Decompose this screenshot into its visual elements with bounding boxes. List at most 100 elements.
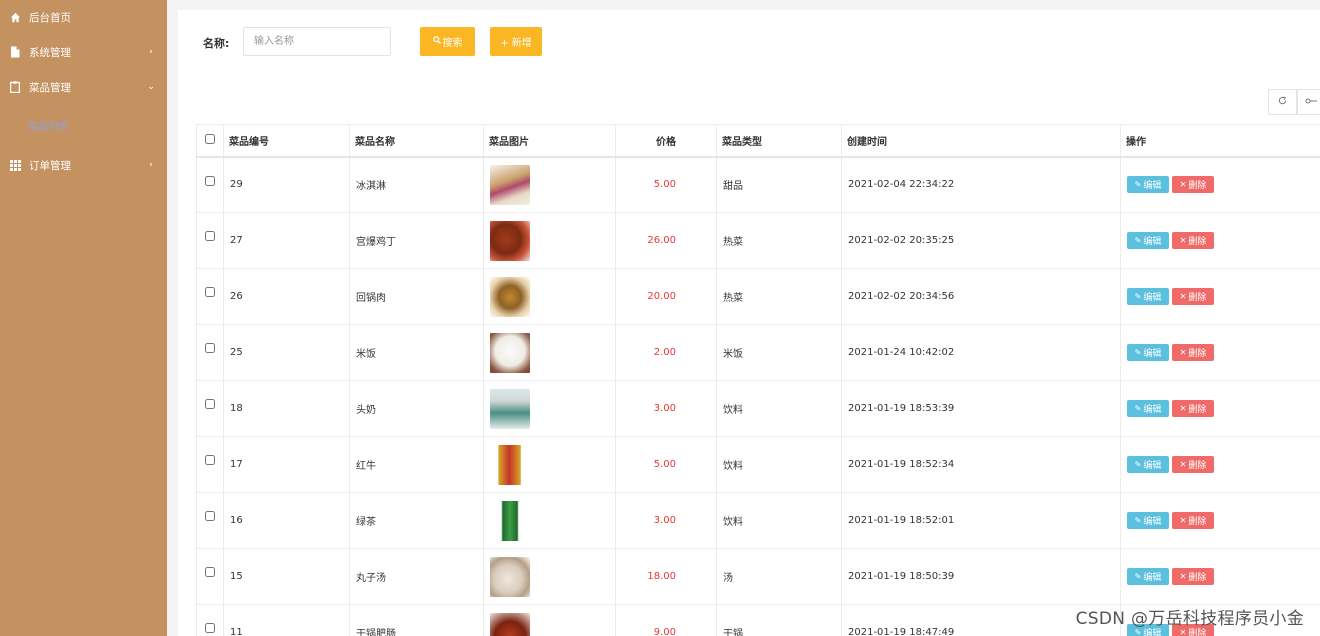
- sidebar-item-label: 订单管理: [29, 159, 71, 172]
- edit-button[interactable]: ✎ 编辑: [1127, 288, 1169, 305]
- dish-price: 9.00: [615, 604, 717, 636]
- delete-button[interactable]: ✕ 删除: [1172, 344, 1214, 361]
- dish-image-cell: [483, 492, 616, 549]
- delete-button[interactable]: ✕ 删除: [1172, 456, 1214, 473]
- delete-button[interactable]: ✕ 删除: [1172, 400, 1214, 417]
- column-header-type[interactable]: 菜品类型: [716, 124, 842, 158]
- dish-thumbnail: [490, 388, 530, 429]
- row-checkbox[interactable]: [205, 231, 215, 241]
- dish-price: 5.00: [615, 156, 717, 213]
- delete-label: 删除: [1188, 181, 1207, 192]
- dish-created-time: 2021-02-02 20:34:56: [841, 268, 1121, 325]
- dish-thumbnail: [490, 164, 530, 205]
- dish-table-container: 菜品编号 菜品名称 菜品图片 价格 菜品类型 创建时间 操作 29 冰淇淋 5.…: [196, 124, 1320, 636]
- pencil-icon: ✎: [1134, 460, 1142, 469]
- row-checkbox[interactable]: [205, 567, 215, 577]
- sidebar-item-system[interactable]: 系统管理 ›: [0, 35, 167, 69]
- add-button-label: + 新增: [500, 38, 532, 49]
- dish-image-cell: [483, 380, 616, 437]
- close-icon: ✕: [1179, 516, 1187, 525]
- delete-label: 删除: [1188, 573, 1207, 583]
- dish-price: 5.00: [615, 436, 717, 493]
- dish-thumbnail: [490, 332, 530, 373]
- column-header-price[interactable]: 价格: [615, 124, 717, 158]
- delete-button[interactable]: ✕ 删除: [1172, 288, 1214, 305]
- sidebar-item-home[interactable]: 后台首页: [0, 0, 167, 34]
- edit-button[interactable]: ✎ 编辑: [1127, 176, 1169, 194]
- name-search-input[interactable]: [243, 27, 391, 56]
- dish-price: 2.00: [615, 324, 717, 381]
- table-header-row: 菜品编号 菜品名称 菜品图片 价格 菜品类型 创建时间 操作: [196, 124, 1320, 158]
- row-checkbox[interactable]: [205, 343, 215, 353]
- row-actions: ✎ 编辑 ✕ 删除: [1120, 436, 1320, 493]
- dish-thumbnail: [490, 612, 530, 636]
- row-select-cell: [196, 268, 224, 325]
- column-header-actions: 操作: [1120, 124, 1320, 158]
- dish-type: 米饭: [716, 324, 842, 381]
- dish-name: 头奶: [349, 380, 484, 437]
- row-select-cell: [196, 436, 224, 493]
- row-select-cell: [196, 324, 224, 381]
- close-icon: ✕: [1179, 572, 1187, 581]
- sidebar-item-orders[interactable]: 订单管理 ›: [0, 148, 167, 182]
- delete-button[interactable]: ✕ 删除: [1172, 232, 1214, 249]
- delete-button[interactable]: ✕ 删除: [1172, 176, 1214, 194]
- row-checkbox[interactable]: [205, 287, 215, 297]
- dish-image-cell: [483, 548, 616, 605]
- row-select-cell: [196, 548, 224, 605]
- edit-button[interactable]: ✎ 编辑: [1127, 456, 1169, 473]
- column-header-name[interactable]: 菜品名称: [349, 124, 484, 158]
- dish-created-time: 2021-01-24 10:42:02: [841, 324, 1121, 381]
- table-row: 29 冰淇淋 5.00 甜品 2021-02-04 22:34:22 ✎ 编辑 ✕ 删…: [196, 156, 1320, 213]
- dish-id: 25: [223, 324, 350, 381]
- edit-button[interactable]: ✎ 编辑: [1127, 400, 1169, 417]
- row-actions: ✎ 编辑 ✕ 删除: [1120, 492, 1320, 549]
- row-actions: ✎ 编辑 ✕ 删除: [1120, 324, 1320, 381]
- sidebar-subitem-dish-list[interactable]: 菜品列表: [28, 113, 68, 137]
- column-header-image[interactable]: 菜品图片: [483, 124, 616, 158]
- row-checkbox[interactable]: [205, 399, 215, 409]
- row-checkbox[interactable]: [205, 623, 215, 633]
- row-checkbox[interactable]: [205, 175, 215, 186]
- dish-image-cell: [483, 324, 616, 381]
- select-all-cell: [196, 124, 224, 158]
- dish-thumbnail: [490, 500, 530, 541]
- dish-image-cell: [483, 156, 616, 213]
- dish-price: 20.00: [615, 268, 717, 325]
- sidebar-item-dishes[interactable]: 菜品管理 ⌄: [0, 70, 167, 104]
- row-checkbox[interactable]: [205, 455, 215, 465]
- delete-button[interactable]: ✕ 删除: [1172, 512, 1214, 529]
- dish-thumbnail: [490, 444, 530, 485]
- close-icon: ✕: [1179, 180, 1187, 190]
- dish-type: 汤: [716, 548, 842, 605]
- pencil-icon: ✎: [1134, 516, 1142, 525]
- columns-toggle-button[interactable]: [1297, 89, 1320, 115]
- refresh-icon: [1278, 96, 1287, 108]
- search-button[interactable]: 搜索: [420, 27, 475, 56]
- row-checkbox[interactable]: [205, 511, 215, 521]
- table-row: 15 丸子汤 18.00 汤 2021-01-19 18:50:39 ✎ 编辑 ✕ 删…: [196, 548, 1320, 605]
- table-row: 17 红牛 5.00 饮料 2021-01-19 18:52:34 ✎ 编辑 ✕ 删除: [196, 436, 1320, 493]
- dish-type: 饮料: [716, 380, 842, 437]
- dish-id: 27: [223, 212, 350, 269]
- dish-type: 饮料: [716, 436, 842, 493]
- edit-button[interactable]: ✎ 编辑: [1127, 344, 1169, 361]
- column-header-id[interactable]: 菜品编号: [223, 124, 350, 158]
- refresh-button[interactable]: [1268, 89, 1297, 115]
- home-icon: [8, 10, 22, 24]
- delete-button[interactable]: ✕ 删除: [1172, 568, 1214, 585]
- select-all-checkbox[interactable]: [205, 133, 215, 144]
- pencil-icon: ✎: [1134, 236, 1142, 245]
- add-dish-button[interactable]: + 新增: [490, 27, 542, 56]
- dish-created-time: 2021-02-02 20:35:25: [841, 212, 1121, 269]
- edit-button[interactable]: ✎ 编辑: [1127, 568, 1169, 585]
- dish-id: 16: [223, 492, 350, 549]
- search-button-label: 搜索: [442, 38, 463, 49]
- table-row: 18 头奶 3.00 饮料 2021-01-19 18:53:39 ✎ 编辑 ✕ 删除: [196, 380, 1320, 437]
- delete-label: 删除: [1188, 461, 1207, 471]
- edit-button[interactable]: ✎ 编辑: [1127, 232, 1169, 249]
- dish-thumbnail: [490, 276, 530, 317]
- dish-name: 宫爆鸡丁: [349, 212, 484, 269]
- column-header-created[interactable]: 创建时间: [841, 124, 1121, 158]
- edit-button[interactable]: ✎ 编辑: [1127, 512, 1169, 529]
